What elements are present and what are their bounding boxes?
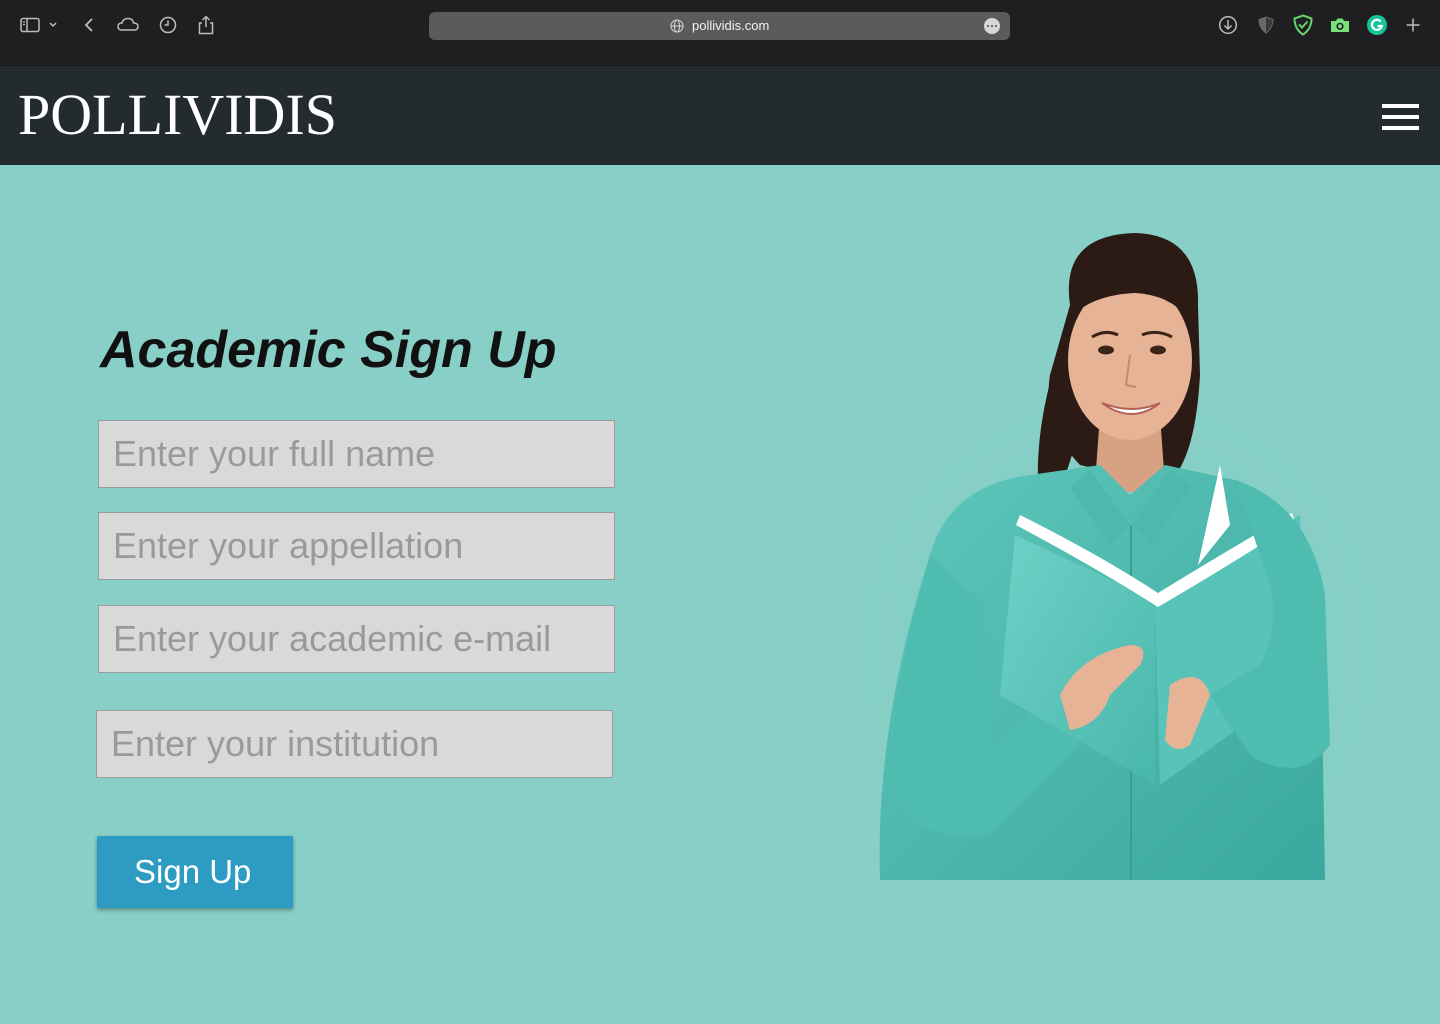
new-tab-icon[interactable]	[1402, 14, 1424, 36]
brand-logo[interactable]: POLLIVIDIS	[18, 84, 337, 146]
chevron-down-icon[interactable]	[47, 14, 59, 36]
student-reading-photo	[780, 225, 1440, 945]
sidebar-icon[interactable]	[19, 14, 41, 36]
sign-up-button[interactable]: Sign Up	[97, 836, 293, 908]
globe-icon	[670, 19, 684, 33]
cloud-icon[interactable]	[116, 14, 140, 36]
share-icon[interactable]	[195, 14, 217, 36]
more-icon[interactable]	[984, 18, 1000, 34]
academic-email-field[interactable]	[98, 605, 615, 673]
appellation-field[interactable]	[98, 512, 615, 580]
history-icon[interactable]	[157, 14, 179, 36]
grammarly-icon[interactable]	[1366, 14, 1388, 36]
download-icon[interactable]	[1217, 14, 1239, 36]
adguard-icon[interactable]	[1292, 14, 1314, 36]
site-header: POLLIVIDIS	[0, 66, 1440, 165]
institution-field[interactable]	[96, 710, 613, 778]
browser-toolbar: pollividis.com	[0, 0, 1440, 66]
address-bar[interactable]: pollividis.com	[429, 12, 1010, 40]
camera-icon[interactable]	[1329, 14, 1351, 36]
full-name-field[interactable]	[98, 420, 615, 488]
privacy-shield-icon[interactable]	[1255, 14, 1277, 36]
url-text: pollividis.com	[692, 18, 770, 33]
back-icon[interactable]	[78, 14, 100, 36]
signup-hero: Academic Sign Up Sign Up	[0, 165, 1440, 1024]
hamburger-menu-icon[interactable]	[1382, 104, 1419, 130]
page-title: Academic Sign Up	[100, 321, 557, 379]
